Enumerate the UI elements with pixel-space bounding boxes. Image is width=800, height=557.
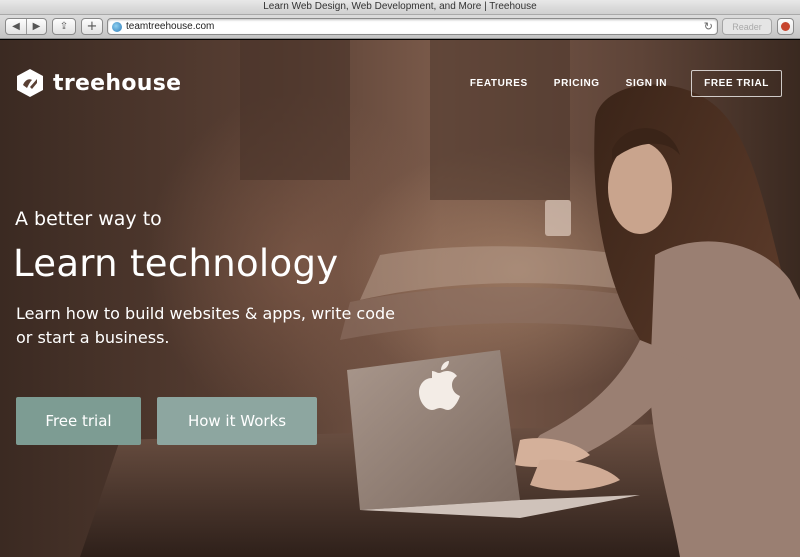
woman-sweater (650, 241, 800, 557)
hero-subtext: Learn how to build websites & apps, writ… (16, 304, 395, 347)
how-it-works-button[interactable]: How it Works (157, 397, 317, 445)
back-arrow-icon[interactable]: ◀ (6, 19, 26, 34)
free-trial-button[interactable]: Free trial (16, 397, 141, 445)
reader-button[interactable]: Reader (722, 18, 772, 35)
address-bar[interactable]: teamtreehouse.com ↻ (107, 18, 718, 35)
share-button[interactable]: ⇪ (52, 18, 76, 35)
window-title: Learn Web Design, Web Development, and M… (263, 1, 537, 12)
downloads-icon (781, 22, 790, 31)
browser-toolbar: ◀ ▶ ⇪ + teamtreehouse.com ↻ Reader (0, 15, 800, 39)
back-forward-buttons: ◀ ▶ (5, 18, 47, 35)
nav-features[interactable]: FEATURES (470, 78, 528, 89)
reload-icon[interactable]: ↻ (704, 20, 713, 33)
hero-headline: Learn technology (13, 242, 339, 285)
globe-icon (112, 22, 122, 32)
hero-section: treehouse FEATURES PRICING SIGN IN FREE … (0, 40, 800, 557)
nav-sign-in[interactable]: SIGN IN (626, 78, 667, 89)
new-tab-button[interactable]: + (81, 18, 103, 35)
address-url[interactable]: teamtreehouse.com (126, 21, 214, 32)
background-shelf (240, 40, 350, 180)
plus-icon: + (86, 19, 98, 34)
treehouse-logo-icon (17, 69, 43, 97)
window-titlebar: Learn Web Design, Web Development, and M… (0, 0, 800, 15)
nav-free-trial-button[interactable]: FREE TRIAL (691, 69, 782, 97)
nav-pricing[interactable]: PRICING (554, 78, 600, 89)
forward-arrow-icon[interactable]: ▶ (26, 19, 46, 34)
hero-background-photo (80, 40, 800, 557)
brand-wordmark: treehouse (53, 70, 182, 96)
background-window (430, 40, 570, 200)
hero-kicker: A better way to (15, 208, 162, 230)
background-cup (545, 200, 571, 236)
share-icon: ⇪ (59, 20, 69, 32)
treehouse-logo[interactable]: treehouse (15, 67, 181, 99)
main-nav: FEATURES PRICING SIGN IN FREE TRIAL (444, 69, 782, 97)
downloads-button[interactable] (777, 18, 794, 35)
